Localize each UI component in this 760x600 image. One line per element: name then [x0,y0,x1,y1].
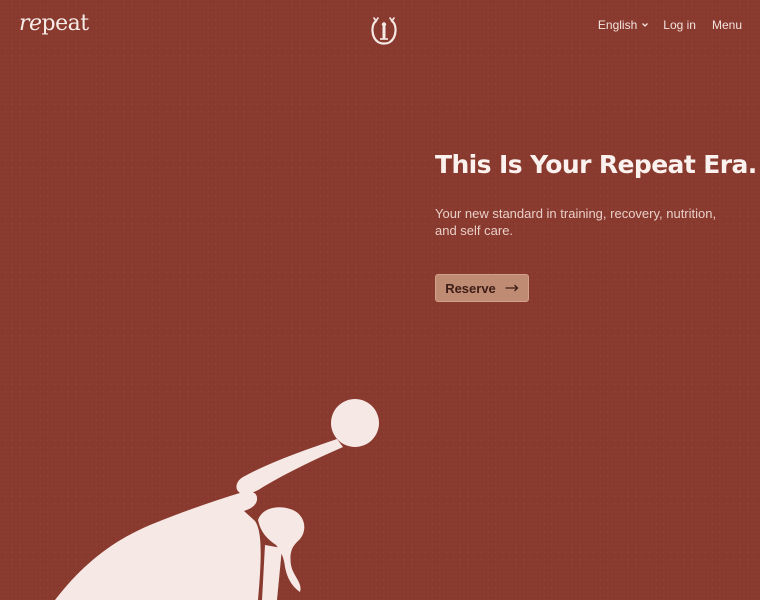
language-selector[interactable]: English [598,18,649,32]
hero-title: This Is Your Repeat Era. [435,150,757,179]
login-link[interactable]: Log in [663,18,696,32]
language-label: English [597,18,638,32]
menu-button[interactable]: Menu [712,18,742,32]
brand-emblem-icon[interactable] [368,15,400,47]
arrow-right-icon [505,284,519,292]
chevron-down-icon [642,23,649,27]
reserve-button[interactable]: Reserve [435,274,529,302]
hero-section: This Is Your Repeat Era. Your new standa… [435,150,757,239]
hero-subtitle: Your new standard in training, recovery,… [435,206,717,238]
site-header: repeat English Log in Menu [0,0,760,56]
reserve-label: Reserve [445,280,496,296]
logo-suffix: peat [41,11,90,36]
repeat-logo[interactable]: repeat [19,13,89,35]
top-nav: English Log in Menu [598,18,742,32]
logo-prefix: re [19,11,42,36]
kettlebell-athlete-illustration [55,399,379,600]
